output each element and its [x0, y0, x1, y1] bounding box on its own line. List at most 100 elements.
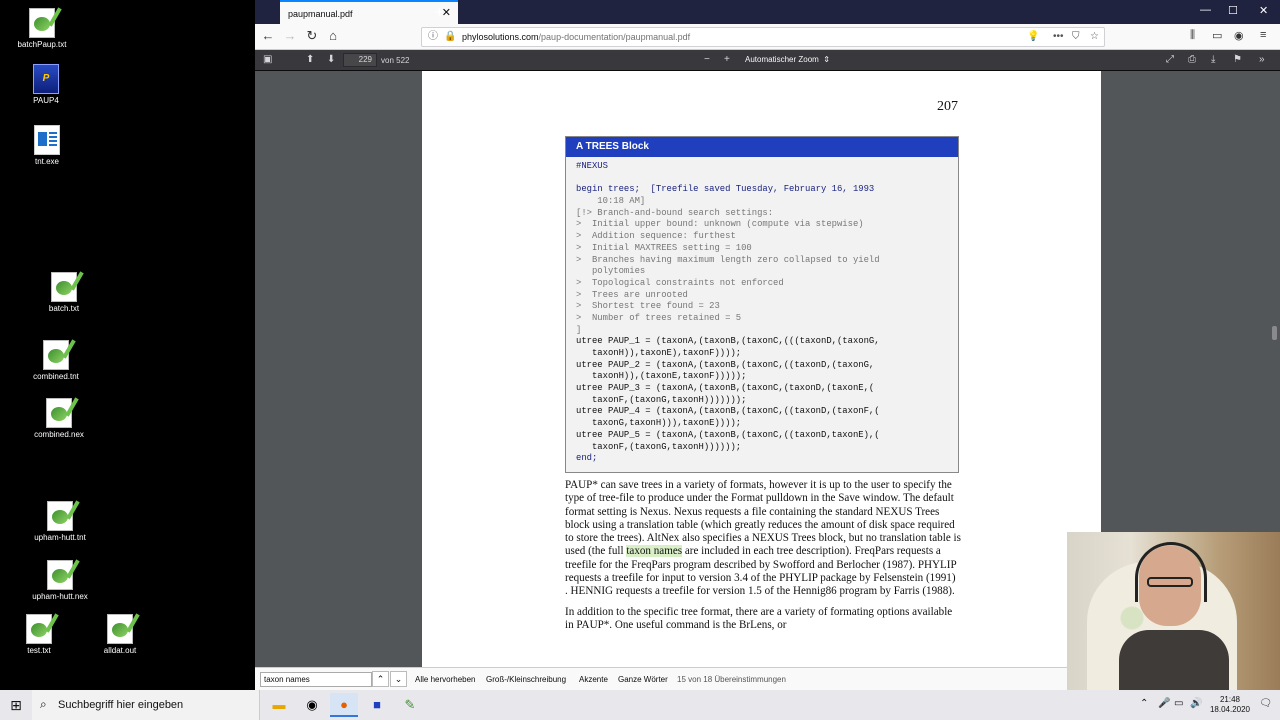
file-explorer-icon[interactable]: ▬ [265, 693, 293, 717]
desktop-icon-batch[interactable]: batch.txt [22, 272, 106, 313]
desktop-icon-upham-hutt-tnt[interactable]: upham-hutt.tnt [18, 501, 102, 542]
match-case-option[interactable]: Groß-/Kleinschreibung [486, 675, 566, 684]
download-icon[interactable]: ⤓ [1211, 54, 1215, 65]
system-tray: ⌃ 🎤 ▭ 🔊 21:48 18.04.2020 🗨 [1130, 690, 1280, 720]
next-page-icon[interactable]: ⬇ [327, 54, 335, 65]
desktop: batchPaup.txt P PAUP4 tnt.exe batch.txt … [0, 0, 255, 690]
menu-icon[interactable]: ≡ [1260, 29, 1266, 41]
clock-date: 18.04.2020 [1209, 705, 1250, 714]
code-line: taxonF,(taxonG,taxonH))))))); [576, 394, 747, 405]
home-icon[interactable]: ⌂ [324, 28, 342, 43]
presentation-mode-icon[interactable]: ⤢ [1166, 54, 1174, 65]
notepad-taskbar-icon[interactable]: ✎ [396, 693, 424, 717]
search-icon: ⌕ [40, 697, 47, 711]
paup-taskbar-icon[interactable]: ■ [363, 693, 391, 717]
code-line: > Number of trees retained = 5 [576, 312, 742, 323]
code-line: polytomies [576, 266, 646, 277]
notifications-icon[interactable]: 🗨 [1259, 698, 1272, 709]
url-bar[interactable]: ⓘ 🔒 phylosolutions.com/paup-documentatio… [421, 27, 1105, 47]
desktop-icon-tnt[interactable]: tnt.exe [5, 125, 89, 166]
tools-icon[interactable]: » [1259, 54, 1265, 65]
desktop-icon-label: test.txt [27, 646, 51, 655]
previous-page-icon[interactable]: ⬆ [306, 54, 314, 65]
back-icon[interactable]: ← [259, 28, 277, 43]
close-window-icon[interactable]: ✕ [1259, 4, 1268, 17]
highlight-all-option[interactable]: Alle hervorheben [415, 675, 475, 684]
desktop-icon-label: combined.nex [34, 430, 84, 439]
obs-icon[interactable]: ◉ [298, 693, 326, 717]
code-line: > Addition sequence: furthest [576, 231, 736, 242]
desktop-icon-label: batchPaup.txt [17, 40, 67, 49]
code-line: end; [576, 453, 598, 464]
zoom-in-icon[interactable]: + [724, 54, 730, 65]
account-icon[interactable]: ◉ [1234, 29, 1244, 42]
pdf-page: 207 A TREES Block #NEXUS begin trees; [Tr… [422, 71, 1101, 667]
volume-icon[interactable]: 🔊 [1190, 698, 1202, 709]
nexus-code: #NEXUS begin trees; [Treefile saved Tuesd… [576, 161, 880, 465]
desktop-icon-batchpaup[interactable]: batchPaup.txt [0, 8, 84, 49]
sidebar-icon[interactable]: ▭ [1212, 29, 1222, 42]
page-number-label: 207 [937, 99, 958, 114]
glasses [1147, 577, 1193, 587]
desktop-icon-paup4[interactable]: P PAUP4 [4, 64, 88, 105]
bulb-icon[interactable]: 💡 [1027, 28, 1039, 46]
taskbar: ⊞ ⌕ Suchbegriff hier eingeben ▬ ◉ ● ■ ✎ … [0, 690, 1280, 720]
notepad-frog-icon [51, 272, 77, 302]
desktop-icon-combined-nex[interactable]: combined.nex [17, 398, 101, 439]
library-icon[interactable]: ⫼ [1190, 29, 1195, 42]
diacritics-option[interactable]: Akzente [579, 675, 608, 684]
whole-words-option[interactable]: Ganze Wörter [618, 675, 668, 684]
presenter-body [1119, 630, 1229, 692]
code-line: > Shortest tree found = 23 [576, 301, 720, 312]
windows-start-icon[interactable]: ⊞ [0, 690, 32, 720]
search-placeholder: Suchbegriff hier eingeben [58, 699, 184, 711]
url-host: phylosolutions.com [462, 32, 539, 42]
forward-icon[interactable]: → [281, 28, 299, 43]
trees-block-title: A TREES Block [566, 137, 958, 157]
scrollbar-thumb[interactable] [1272, 326, 1277, 340]
new-tab-icon[interactable]: + [435, 4, 444, 21]
find-input[interactable]: taxon names [260, 672, 372, 687]
lock-icon: 🔒 [444, 31, 457, 42]
zoom-select[interactable]: Automatischer Zoom ⇕ [740, 53, 836, 67]
code-line: utree PAUP_4 = (taxonA,(taxonB,(taxonC,(… [576, 406, 880, 417]
taskbar-search[interactable]: ⌕ Suchbegriff hier eingeben [32, 690, 260, 720]
print-icon[interactable]: ⎙ [1188, 54, 1196, 65]
network-icon[interactable]: ▭ [1174, 698, 1183, 709]
page-number-input[interactable]: 229 [343, 53, 377, 67]
code-line: taxonH)),(taxonE,taxonF))))); [576, 371, 747, 382]
paup-app-icon: P [33, 64, 59, 94]
desktop-icon-upham-hutt-nex[interactable]: upham-hutt.nex [18, 560, 102, 601]
code-line: #NEXUS [576, 161, 608, 171]
bookmark-star-icon[interactable]: ☆ [1090, 28, 1099, 46]
sidebar-toggle-icon[interactable]: ▣ [263, 54, 272, 65]
desktop-icon-label: combined.tnt [33, 372, 79, 381]
reload-icon[interactable]: ↻ [303, 28, 321, 44]
pocket-icon[interactable]: ⛉ [1072, 28, 1080, 46]
code-line: 10:18 AM] [576, 196, 646, 207]
notepad-frog-icon [47, 560, 73, 590]
find-previous-icon[interactable]: ⌃ [372, 671, 389, 687]
minimize-icon[interactable]: — [1200, 4, 1211, 16]
microphone-icon[interactable]: 🎤 [1158, 698, 1170, 709]
find-next-icon[interactable]: ⌄ [390, 671, 407, 687]
chevron-up-icon[interactable]: ⌃ [1140, 698, 1148, 709]
info-icon[interactable]: ⓘ [428, 28, 438, 46]
url-path: /paup-documentation/paupmanual.pdf [538, 32, 691, 42]
body-text: PAUP* can save trees in a variety of for… [565, 479, 961, 639]
clock[interactable]: 21:48 18.04.2020 [1210, 695, 1250, 715]
zoom-value: Automatischer Zoom [745, 55, 819, 64]
code-line: utree PAUP_3 = (taxonA,(taxonB,(taxonC,(… [576, 383, 875, 394]
zoom-out-icon[interactable]: − [704, 54, 710, 65]
desktop-icon-combined-tnt[interactable]: combined.tnt [14, 340, 98, 381]
code-line: utree PAUP_2 = (taxonA,(taxonB,(taxonC,(… [576, 359, 875, 370]
desktop-icon-alldat[interactable]: alldat.out [78, 614, 162, 655]
desktop-icon-test[interactable]: test.txt [0, 614, 81, 655]
firefox-icon[interactable]: ● [330, 693, 358, 717]
tab-paupmanual[interactable]: paupmanual.pdf ✕ [280, 0, 458, 24]
notepad-frog-icon [43, 340, 69, 370]
bookmark-icon[interactable]: ⚑ [1233, 54, 1242, 65]
more-actions-icon[interactable]: ••• [1053, 28, 1064, 46]
maximize-icon[interactable]: ☐ [1228, 4, 1238, 17]
